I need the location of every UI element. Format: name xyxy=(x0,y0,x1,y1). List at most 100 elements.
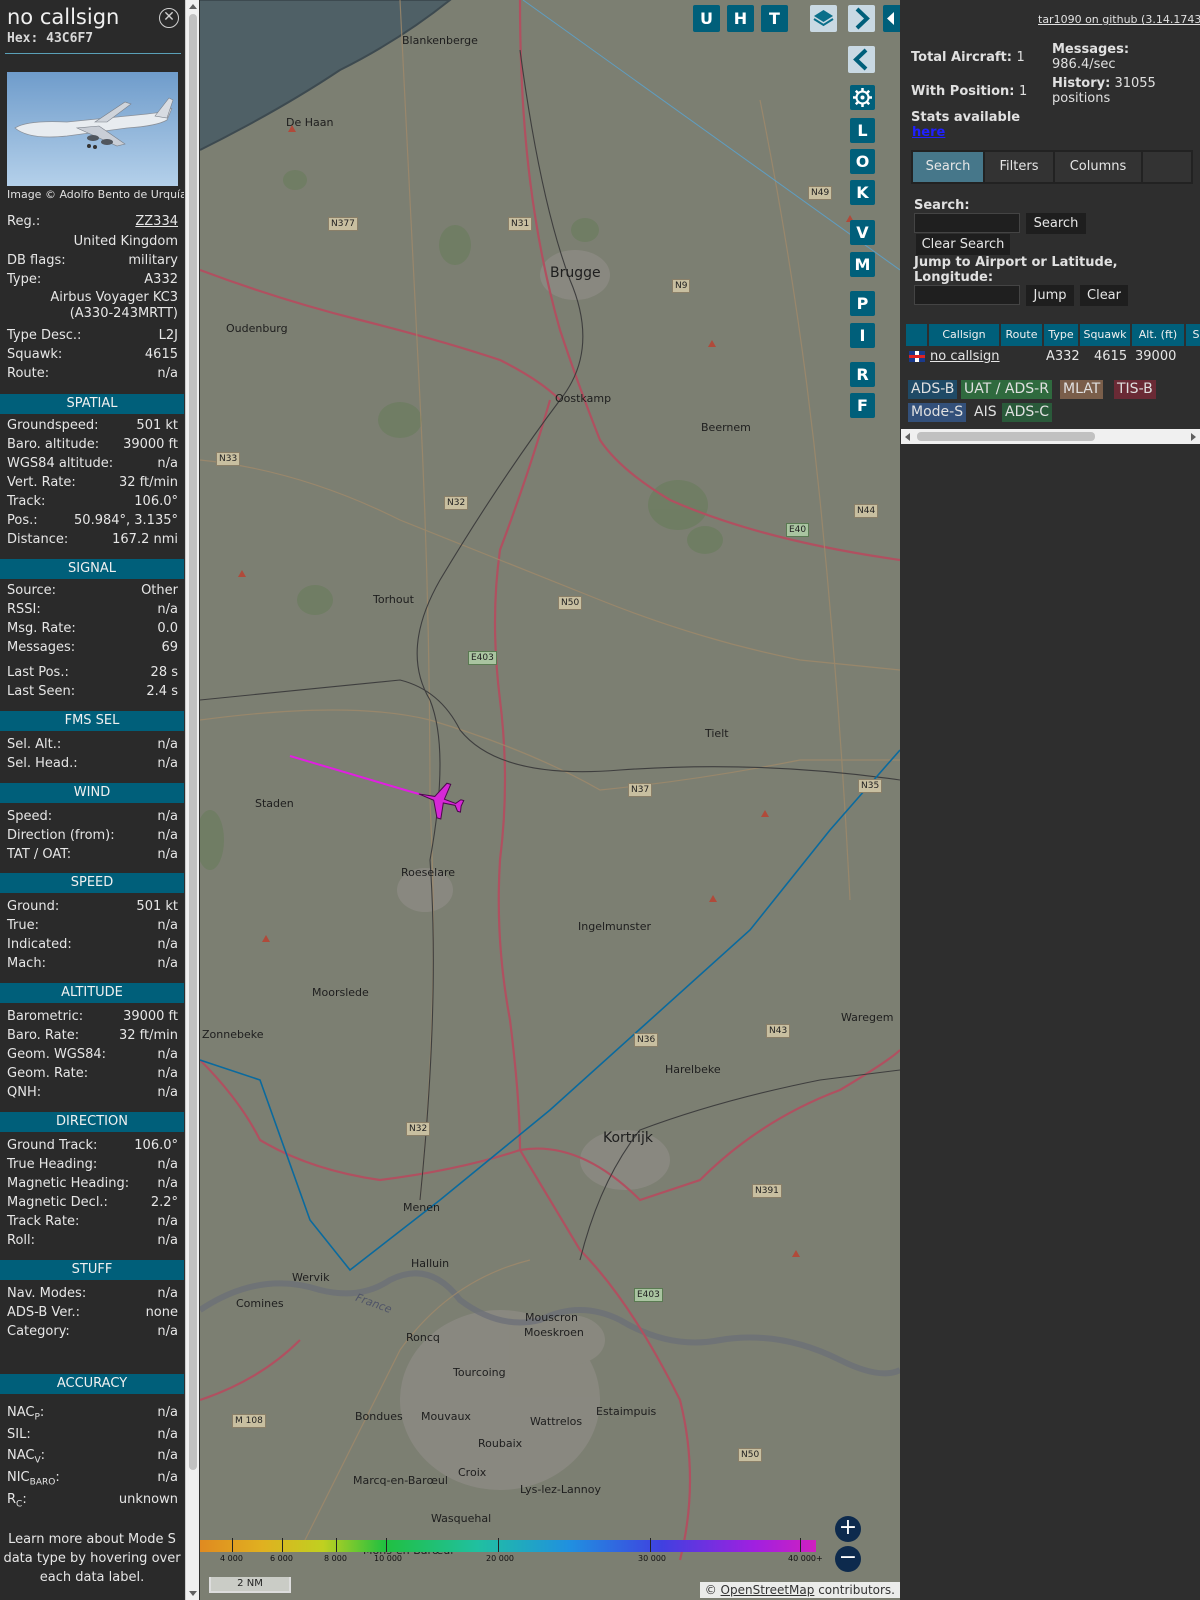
last-seen-value: 2.4 s xyxy=(146,684,178,699)
total-aircraft: Total Aircraft: 1 xyxy=(911,50,1025,65)
town-label-staden: Staden xyxy=(255,797,294,810)
table-horizontal-scrollbar[interactable] xyxy=(901,429,1200,444)
mode-s-help-text: Learn more about Mode S data type by hov… xyxy=(3,1532,181,1585)
town-label-mouvaux: Mouvaux xyxy=(421,1410,471,1423)
color-tick-label: 30 000 xyxy=(638,1554,666,1563)
category-row: Category: n/a xyxy=(7,1324,178,1343)
map-button-i[interactable]: I xyxy=(850,323,875,348)
sel-head-row: Sel. Head.: n/a xyxy=(7,756,178,775)
sel-head-label: Sel. Head.: xyxy=(7,756,78,771)
tab-filters[interactable]: Filters xyxy=(985,152,1053,182)
clear-search-button[interactable]: Clear Search xyxy=(916,234,1010,255)
color-tick-label: 8 000 xyxy=(324,1554,347,1563)
distance-row: Distance: 167.2 nmi xyxy=(7,532,178,551)
color-tick-mark xyxy=(498,1538,499,1552)
map-button-t[interactable]: T xyxy=(761,5,788,32)
table-header-squawk[interactable]: Squawk xyxy=(1080,324,1130,346)
map-button-m[interactable]: M xyxy=(850,252,875,277)
map-button-o[interactable]: O xyxy=(850,149,875,174)
section-header-direction: DIRECTION xyxy=(0,1112,184,1132)
sil-label: SIL: xyxy=(7,1427,31,1442)
reg-label: Reg.: xyxy=(7,214,41,229)
reg-row: Reg.: ZZ334 xyxy=(7,214,178,233)
reg-link[interactable]: ZZ334 xyxy=(135,214,178,229)
magnetic-heading-row: Magnetic Heading: n/a xyxy=(7,1176,178,1195)
tab-columns[interactable]: Columns xyxy=(1055,152,1141,182)
github-link[interactable]: tar1090 on github (3.14.1743) xyxy=(1038,13,1200,26)
map-button-k[interactable]: K xyxy=(850,180,875,205)
map-button-l[interactable]: L xyxy=(850,118,875,143)
road-label-n9: N9 xyxy=(672,279,691,293)
category-value: n/a xyxy=(157,1324,178,1339)
scroll-down-icon[interactable] xyxy=(189,1591,197,1596)
roll-label: Roll: xyxy=(7,1233,36,1248)
stats-here-link[interactable]: here xyxy=(912,125,945,140)
category-label: Category: xyxy=(7,1324,70,1339)
zoom-out-button[interactable]: − xyxy=(835,1546,861,1572)
pos-value: 50.984°, 3.135° xyxy=(74,513,178,528)
ground-track-value: 106.0° xyxy=(134,1138,178,1153)
close-icon[interactable]: ✕ xyxy=(159,8,179,28)
direction-from-label: Direction (from): xyxy=(7,828,115,843)
map-button-f[interactable]: F xyxy=(850,393,875,418)
scrollbar-thumb[interactable] xyxy=(917,432,1095,441)
geom-rate-value: n/a xyxy=(157,1066,178,1081)
roll-row: Roll: n/a xyxy=(7,1233,178,1252)
aircraft-photo[interactable] xyxy=(7,72,178,186)
search-button[interactable]: Search xyxy=(1026,213,1086,234)
town-label-roeselare: Roeselare xyxy=(401,866,455,879)
scroll-right-icon[interactable] xyxy=(1191,433,1196,441)
town-label-tielt: Tielt xyxy=(705,727,729,740)
arrows-left-right-icon xyxy=(887,12,894,25)
scroll-left-icon[interactable] xyxy=(905,433,910,441)
table-header-altitude[interactable]: Alt. (ft) xyxy=(1132,324,1184,346)
tab-search[interactable]: Search xyxy=(913,152,983,182)
road-label-e403: E403 xyxy=(634,1288,663,1302)
layers-button[interactable] xyxy=(810,5,837,32)
toggle-sidebar-button[interactable] xyxy=(883,5,900,32)
jump-input[interactable] xyxy=(914,285,1020,305)
openstreetmap-link[interactable]: OpenStreetMap xyxy=(721,1583,815,1597)
map-button-r[interactable]: R xyxy=(850,362,875,387)
table-header-type[interactable]: Type xyxy=(1044,324,1078,346)
info-panel-scrollbar[interactable] xyxy=(185,0,199,1600)
map-button-h[interactable]: H xyxy=(727,5,754,32)
map-button-v[interactable]: V xyxy=(850,220,875,245)
scroll-up-icon[interactable] xyxy=(189,4,197,9)
town-label-kortrijk: Kortrijk xyxy=(603,1130,653,1146)
table-header-route[interactable]: Route xyxy=(1001,324,1042,346)
town-label-roncq: Roncq xyxy=(406,1331,440,1344)
table-header-callsign[interactable]: Callsign xyxy=(929,324,999,346)
table-header-flag xyxy=(906,324,927,346)
clear-button[interactable]: Clear xyxy=(1080,285,1128,306)
barometric-row: Barometric: 39000 ft xyxy=(7,1009,178,1028)
geom-rate-label: Geom. Rate: xyxy=(7,1066,89,1081)
scrollbar-thumb[interactable] xyxy=(189,14,197,1470)
color-tick-mark xyxy=(386,1538,387,1552)
table-row-squawk: 4615 xyxy=(1094,349,1128,364)
gear-icon xyxy=(853,88,872,107)
table-row-altitude: 39000 xyxy=(1135,349,1177,364)
map-button-p[interactable]: P xyxy=(850,291,875,316)
zoom-in-button[interactable]: + xyxy=(835,1516,861,1542)
chevron-right-icon xyxy=(855,7,870,30)
settings-button[interactable] xyxy=(850,85,875,110)
track-rate-value: n/a xyxy=(157,1214,178,1229)
table-row-callsign[interactable]: no callsign xyxy=(930,348,1000,366)
town-label-tourcoing: Tourcoing xyxy=(453,1366,506,1379)
ground-row: Ground: 501 kt xyxy=(7,899,178,918)
collapse-sidebar-button[interactable] xyxy=(848,46,875,73)
search-input[interactable] xyxy=(914,213,1020,233)
typedesc-label: Type Desc.: xyxy=(7,328,82,343)
tat-oat-value: n/a xyxy=(157,847,178,862)
map-button-u[interactable]: U xyxy=(693,5,720,32)
table-header-speed[interactable]: S xyxy=(1186,324,1200,346)
expand-sidebar-button[interactable] xyxy=(848,5,875,32)
jump-button[interactable]: Jump xyxy=(1026,285,1074,306)
map-view[interactable]: Blankenberge De Haan Brugge Oudenburg Oostka… xyxy=(200,0,900,1600)
vert-rate-row: Vert. Rate: 32 ft/min xyxy=(7,475,178,494)
indicated-label: Indicated: xyxy=(7,937,72,952)
wgs84-altitude-row: WGS84 altitude: n/a xyxy=(7,456,178,475)
search-label: Search: xyxy=(914,198,970,213)
aircraft-callsign: no callsign xyxy=(7,5,120,29)
